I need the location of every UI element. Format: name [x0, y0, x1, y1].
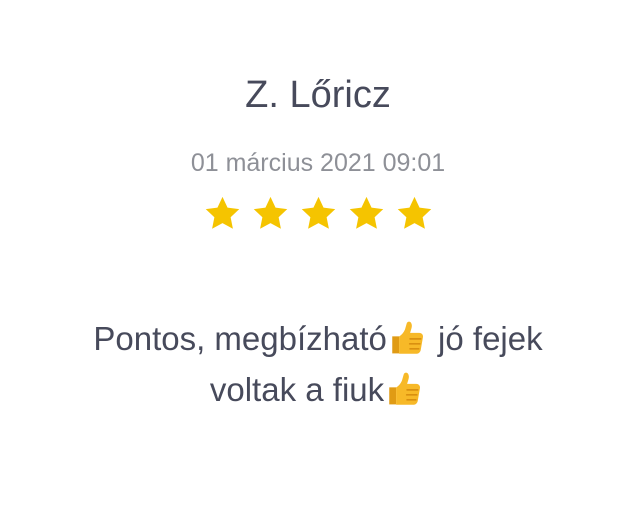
review-text-segment: Pontos, megbízható: [93, 320, 387, 357]
star-icon: [397, 196, 431, 229]
review-text: Pontos, megbízható jó fejek voltak a fiu…: [20, 313, 616, 415]
review-text-line-1: Pontos, megbízható jó fejek: [20, 313, 616, 364]
review-card: Z. Lőricz 01 március 2021 09:01 Pontos, …: [0, 0, 636, 523]
review-text-segment: voltak a fiuk: [209, 371, 385, 408]
reviewer-name: Z. Lőricz: [245, 74, 391, 116]
review-text-line-2: voltak a fiuk: [20, 364, 616, 415]
star-icon: [349, 196, 383, 229]
star-rating: [0, 194, 636, 238]
thumbs-up-icon: [392, 321, 423, 354]
star-icon: [253, 196, 287, 229]
thumbs-up-icon: [389, 372, 421, 405]
star-icon: [301, 196, 335, 229]
star-icon: [205, 196, 239, 229]
review-text-segment: jó fejek: [428, 320, 543, 357]
review-date: 01 március 2021 09:01: [190, 149, 446, 177]
